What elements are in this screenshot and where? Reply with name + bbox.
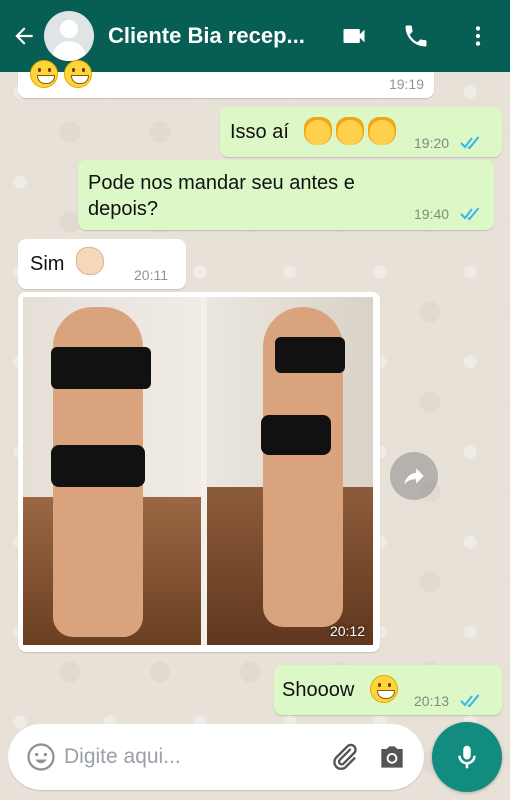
read-receipt-icon <box>460 136 480 150</box>
message-text: Shooow <box>282 679 355 701</box>
contact-avatar[interactable] <box>44 11 94 61</box>
read-receipt-icon <box>460 207 480 221</box>
voice-record-button[interactable] <box>432 722 502 792</box>
thumbs-up-icon <box>76 247 104 275</box>
message-time: 20:13 <box>414 693 450 709</box>
emoji-icon <box>27 743 55 771</box>
message-time: 19:40 <box>414 206 450 222</box>
message-bubble-incoming[interactable]: Sim 20:11 <box>18 239 186 289</box>
forward-button[interactable] <box>390 452 438 500</box>
message-text: Pode nos mandar seu antes e depois? <box>88 172 355 220</box>
message-bubble-outgoing[interactable]: Shooow 20:13 <box>274 665 502 715</box>
camera-button[interactable] <box>376 741 408 773</box>
message-text: Isso aí <box>230 121 289 143</box>
contact-name[interactable]: Cliente Bia recep... <box>108 23 318 49</box>
read-receipt-icon <box>460 694 480 708</box>
menu-button[interactable] <box>460 18 496 54</box>
video-call-icon <box>343 29 365 43</box>
image-message[interactable]: 20:12 <box>18 292 380 652</box>
video-call-button[interactable] <box>336 18 372 54</box>
paperclip-icon <box>333 743 357 770</box>
clapping-hands-icon <box>368 117 396 145</box>
voice-call-button[interactable] <box>398 18 434 54</box>
message-bubble-outgoing[interactable]: Pode nos mandar seu antes e depois? 19:4… <box>78 160 494 230</box>
microphone-icon <box>458 745 476 769</box>
message-time: 19:19 <box>388 76 424 92</box>
share-arrow-icon <box>404 468 424 485</box>
before-after-photo[interactable]: 20:12 <box>23 297 373 645</box>
camera-icon <box>381 746 403 768</box>
more-vertical-icon <box>475 26 481 46</box>
grinning-face-icon <box>370 675 398 703</box>
smiley-emoji-icon <box>64 60 92 88</box>
clapping-hands-icon <box>304 117 332 145</box>
message-time: 19:20 <box>414 135 450 151</box>
message-composer <box>8 724 424 790</box>
message-text: Sim <box>30 253 65 275</box>
message-bubble-outgoing[interactable]: Isso aí 19:20 <box>220 107 502 157</box>
message-time: 20:12 <box>329 623 365 639</box>
message-bubble-incoming[interactable]: 19:19 <box>18 60 434 98</box>
smiley-emoji-icon <box>30 60 58 88</box>
emoji-button[interactable] <box>26 742 56 772</box>
arrow-left-icon <box>15 27 33 45</box>
message-time: 20:11 <box>134 267 168 283</box>
message-input[interactable] <box>64 745 314 769</box>
clapping-hands-icon <box>336 117 364 145</box>
attach-button[interactable] <box>328 741 360 773</box>
phone-icon <box>405 25 427 47</box>
